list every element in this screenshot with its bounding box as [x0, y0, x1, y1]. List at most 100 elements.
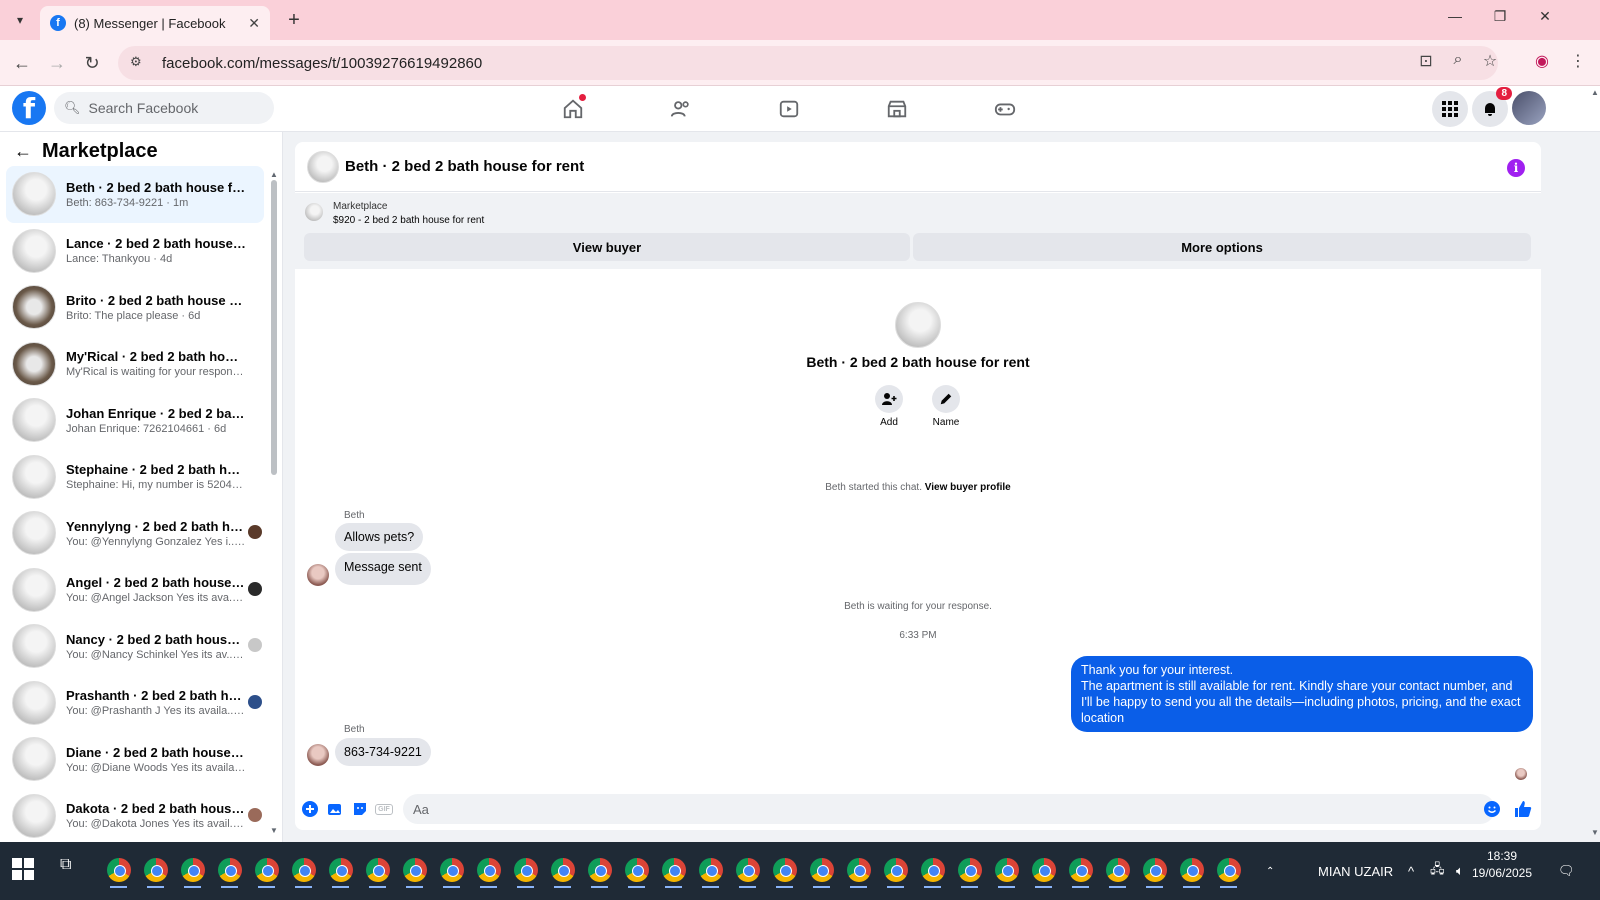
- pencil-icon[interactable]: [932, 385, 960, 413]
- bookmark-star-icon[interactable]: ☆: [1478, 51, 1502, 71]
- conversation-item[interactable]: Beth · 2 bed 2 bath house for re...Beth:…: [6, 166, 264, 223]
- chrome-taskbar-icon[interactable]: [507, 850, 544, 890]
- chrome-taskbar-icon[interactable]: [544, 850, 581, 890]
- chrome-taskbar-icon[interactable]: [1025, 850, 1062, 890]
- video-icon[interactable]: [774, 94, 804, 124]
- chrome-taskbar-icon[interactable]: [729, 850, 766, 890]
- facebook-logo-icon[interactable]: f: [12, 91, 46, 125]
- page-scrollbar[interactable]: ▲ ▼: [1590, 88, 1600, 842]
- chrome-taskbar-icon[interactable]: [359, 850, 396, 890]
- sticker-icon[interactable]: [351, 800, 369, 818]
- view-buyer-profile-link[interactable]: View buyer profile: [925, 482, 1011, 493]
- back-icon[interactable]: ←: [10, 51, 34, 75]
- chrome-taskbar-icon[interactable]: [1062, 850, 1099, 890]
- chrome-taskbar-icon[interactable]: [100, 850, 137, 890]
- browser-menu-icon[interactable]: ⋮: [1566, 51, 1590, 71]
- chrome-taskbar-icon[interactable]: [1173, 850, 1210, 890]
- listing-price-title[interactable]: $920 - 2 bed 2 bath house for rent: [333, 215, 484, 226]
- view-buyer-button[interactable]: View buyer: [304, 233, 910, 261]
- conversation-item[interactable]: Johan Enrique · 2 bed 2 bath ho...Johan …: [6, 392, 264, 449]
- chrome-taskbar-icon[interactable]: [285, 850, 322, 890]
- network-icon[interactable]: 🖧︎: [1430, 842, 1445, 900]
- thumbs-up-icon[interactable]: [1514, 800, 1532, 818]
- plus-circle-icon[interactable]: [301, 800, 319, 818]
- account-avatar[interactable]: [1512, 91, 1546, 125]
- chrome-taskbar-icon[interactable]: [803, 850, 840, 890]
- chrome-taskbar-icon[interactable]: [655, 850, 692, 890]
- add-person-icon[interactable]: [875, 385, 903, 413]
- notifications-bell-icon[interactable]: 8: [1472, 87, 1512, 127]
- conversation-item[interactable]: Yennylyng · 2 bed 2 bath hou... You: @Yen…: [6, 505, 264, 562]
- minimize-icon[interactable]: —: [1440, 8, 1470, 24]
- forward-icon[interactable]: →: [45, 51, 69, 75]
- install-app-icon[interactable]: ⊡: [1414, 51, 1438, 71]
- chrome-taskbar-icon[interactable]: [1099, 850, 1136, 890]
- new-tab-icon[interactable]: +: [282, 8, 306, 32]
- chrome-taskbar-icon[interactable]: [396, 850, 433, 890]
- chrome-taskbar-icon[interactable]: [766, 850, 803, 890]
- chrome-taskbar-icon[interactable]: [692, 850, 729, 890]
- search-input[interactable]: 🔍︎ Search Facebook: [54, 92, 274, 124]
- chrome-taskbar-icon[interactable]: [211, 850, 248, 890]
- chrome-taskbar-icon[interactable]: [322, 850, 359, 890]
- chrome-taskbar-icon[interactable]: [877, 850, 914, 890]
- conversation-item[interactable]: Lance · 2 bed 2 bath house for r...Lance…: [6, 223, 264, 280]
- zoom-icon[interactable]: ⌕: [1446, 51, 1470, 69]
- incoming-message[interactable]: Allows pets?: [335, 523, 424, 551]
- conversation-item[interactable]: Nancy · 2 bed 2 bath house f... You: @Nan…: [6, 618, 264, 675]
- profile-icon[interactable]: ◉: [1530, 51, 1554, 71]
- message-input[interactable]: Aa: [403, 794, 1495, 824]
- page-scroll-down-icon[interactable]: ▼: [1591, 828, 1599, 837]
- chrome-taskbar-icon[interactable]: [1136, 850, 1173, 890]
- chrome-taskbar-icon[interactable]: [174, 850, 211, 890]
- photo-icon[interactable]: [326, 800, 344, 818]
- chrome-taskbar-icon[interactable]: [581, 850, 618, 890]
- chrome-taskbar-icon[interactable]: [1210, 850, 1247, 890]
- close-window-icon[interactable]: ✕: [1530, 8, 1560, 25]
- chrome-taskbar-icon[interactable]: [840, 850, 877, 890]
- conversation-item[interactable]: Diane · 2 bed 2 bath house for r...You: …: [6, 731, 264, 788]
- home-icon[interactable]: [558, 94, 588, 124]
- chrome-taskbar-icon[interactable]: [951, 850, 988, 890]
- windows-start-icon[interactable]: [12, 858, 34, 880]
- conversation-item[interactable]: Prashanth · 2 bed 2 bath hou... You: @Pra…: [6, 675, 264, 732]
- chrome-taskbar-icon[interactable]: [914, 850, 951, 890]
- menu-grid-icon[interactable]: [1432, 91, 1468, 127]
- url-input[interactable]: ⚙ facebook.com/messages/t/10039276619492…: [118, 46, 1498, 80]
- conversation-item[interactable]: Stephaine · 2 bed 2 bath house ...Stepha…: [6, 449, 264, 506]
- chrome-taskbar-icon[interactable]: [470, 850, 507, 890]
- emoji-icon[interactable]: [1483, 800, 1501, 818]
- task-view-icon[interactable]: ⧉: [60, 856, 84, 880]
- chrome-taskbar-icon[interactable]: [988, 850, 1025, 890]
- site-settings-icon[interactable]: ⚙: [130, 54, 148, 72]
- marketplace-icon[interactable]: [882, 94, 912, 124]
- friends-icon[interactable]: [666, 94, 696, 124]
- outgoing-message[interactable]: Thank you for your interest. The apartme…: [1071, 656, 1533, 732]
- restore-icon[interactable]: ❐: [1485, 8, 1515, 25]
- browser-tab[interactable]: f (8) Messenger | Facebook ✕: [40, 6, 270, 40]
- action-center-icon[interactable]: 🗨︎: [1558, 842, 1575, 900]
- name-action[interactable]: Name: [916, 385, 976, 428]
- taskbar-overflow-icon[interactable]: ⌃: [1266, 842, 1274, 900]
- gif-icon[interactable]: GIF: [375, 800, 393, 818]
- reload-icon[interactable]: ↻: [80, 51, 104, 75]
- chrome-taskbar-icon[interactable]: [137, 850, 174, 890]
- conversation-item[interactable]: Dakota · 2 bed 2 bath house f... You: @Da…: [6, 788, 264, 843]
- add-action[interactable]: Add: [859, 385, 919, 428]
- conversation-item[interactable]: My'Rical · 2 bed 2 bath house f...My'Ric…: [6, 336, 264, 393]
- incoming-message[interactable]: Message sent: [335, 553, 431, 585]
- chat-title[interactable]: Beth · 2 bed 2 bath house for rent: [345, 158, 584, 175]
- chat-listing-thumbnail[interactable]: [307, 150, 339, 183]
- chrome-taskbar-icon[interactable]: [433, 850, 470, 890]
- conversation-scrollbar[interactable]: ▲ ▼: [270, 170, 278, 836]
- close-tab-icon[interactable]: ✕: [248, 15, 260, 32]
- tray-expand-icon[interactable]: ^: [1408, 842, 1414, 900]
- chrome-taskbar-icon[interactable]: [248, 850, 285, 890]
- more-options-button[interactable]: More options: [913, 233, 1531, 261]
- sender-avatar[interactable]: [307, 744, 329, 766]
- incoming-message[interactable]: 863-734-9221: [335, 738, 431, 766]
- conversation-item[interactable]: Angel · 2 bed 2 bath house fo... You: @An…: [6, 562, 264, 619]
- page-scroll-up-icon[interactable]: ▲: [1591, 88, 1599, 97]
- gaming-icon[interactable]: [990, 94, 1020, 124]
- scroll-down-icon[interactable]: ▼: [270, 826, 278, 835]
